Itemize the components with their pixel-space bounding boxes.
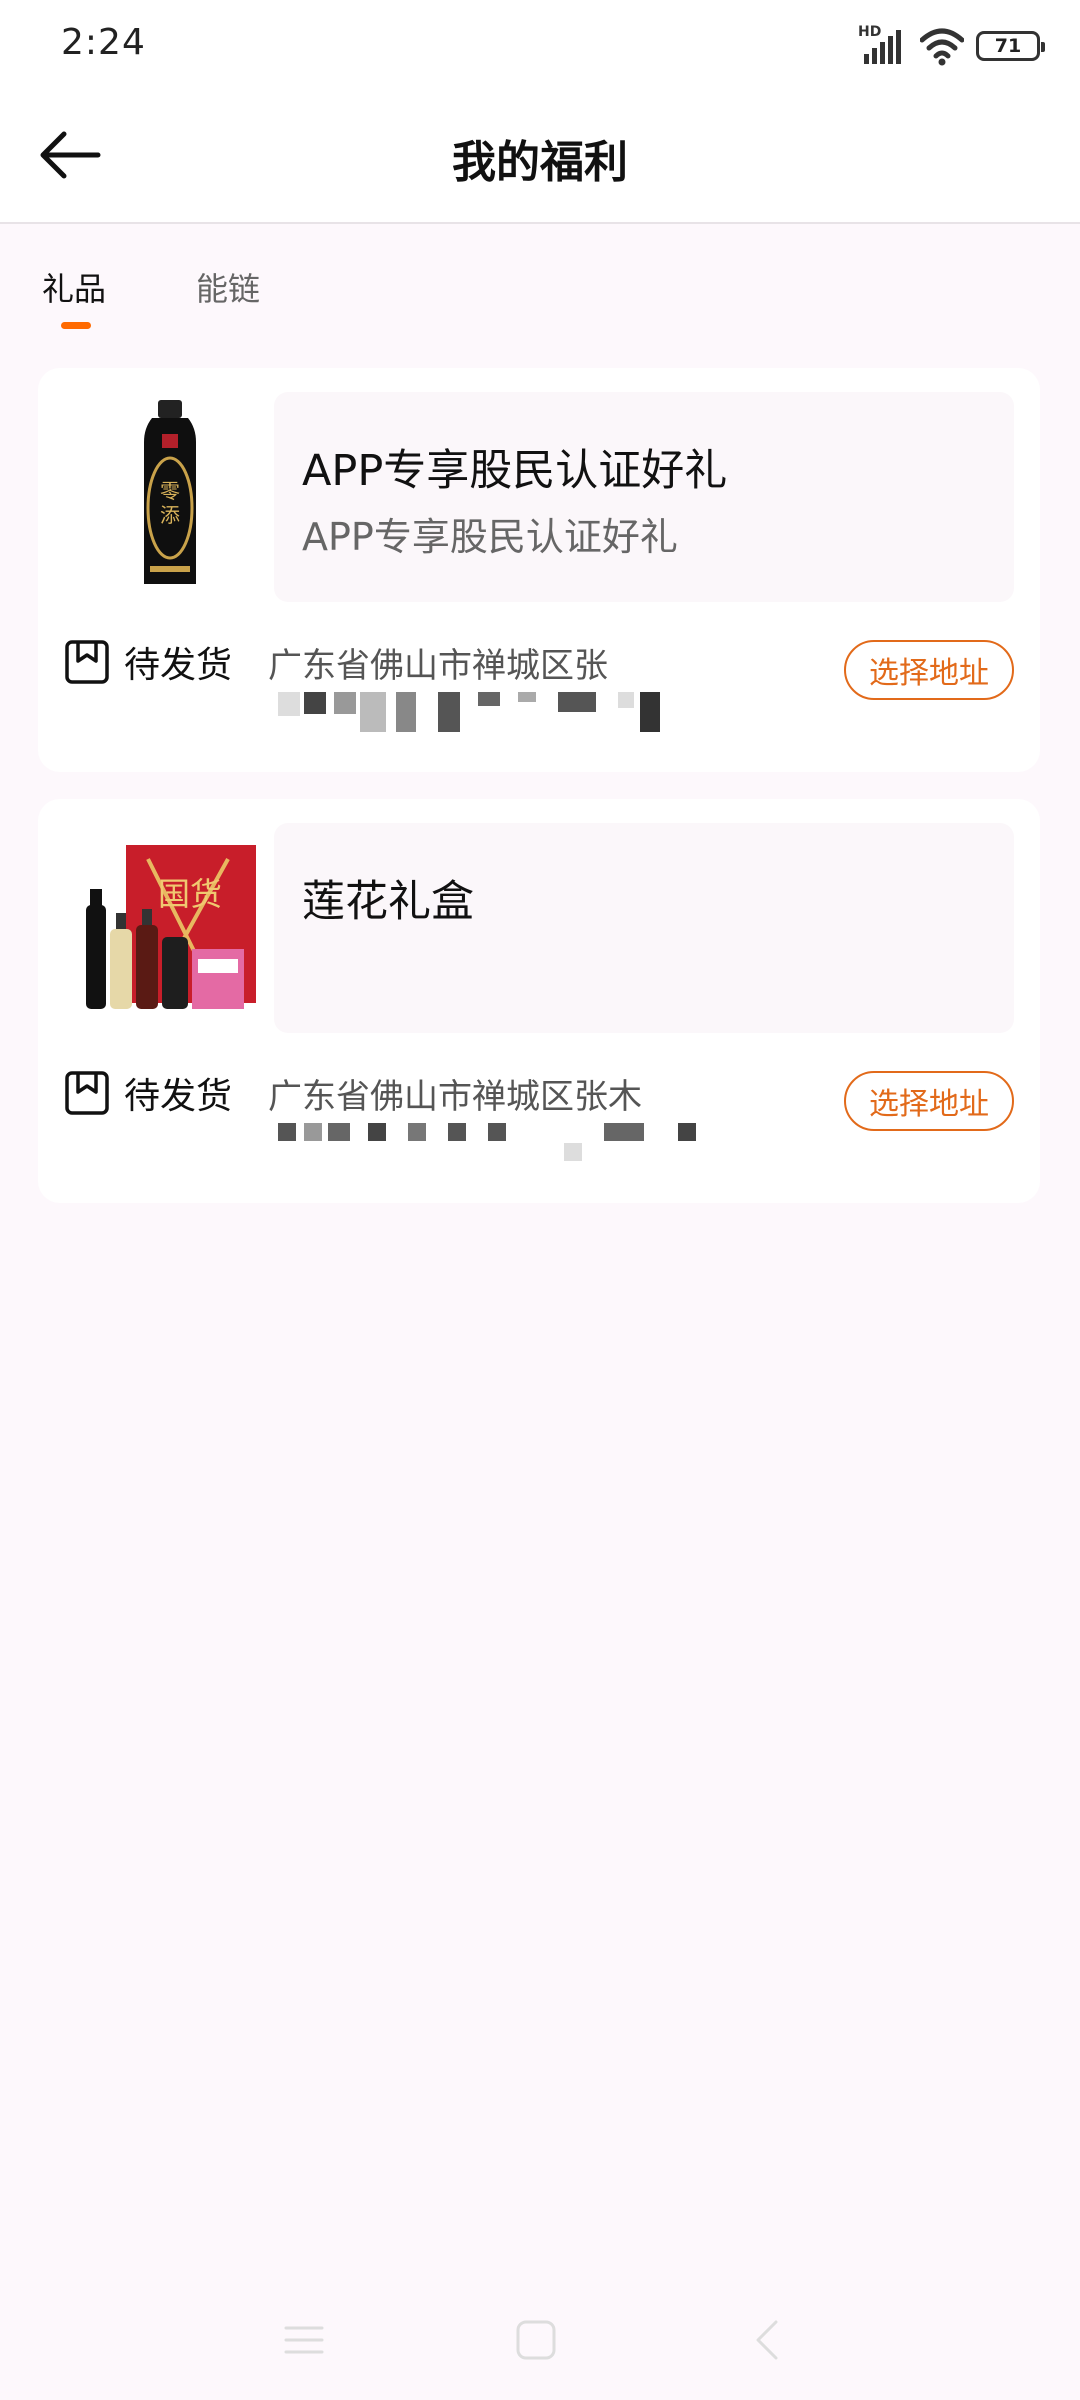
package-icon [65, 640, 109, 684]
battery-icon: 71 [976, 31, 1045, 61]
tab-bar: 礼品 能链 [0, 224, 1080, 344]
redacted-address-mosaic [268, 692, 768, 732]
gift-card: 零 添 APP专享股民认证好礼 APP专享股民认证好礼 待发货 广东省佛山市禅城… [38, 368, 1040, 772]
home-icon [516, 2320, 556, 2360]
package-icon [65, 1071, 109, 1115]
svg-text:国货: 国货 [158, 875, 222, 913]
gift-title: 莲花礼盒 [302, 877, 474, 927]
status-bar: 2:24 HD 71 [0, 0, 1080, 92]
select-address-button[interactable]: 选择地址 [844, 640, 1014, 700]
soy-sauce-bottle-image: 零 添 [78, 398, 258, 588]
shipping-status: 待发货 [64, 636, 232, 688]
menu-nav-button[interactable] [264, 2300, 344, 2380]
back-chevron-icon [756, 2320, 778, 2360]
cellular-signal-icon: HD [858, 24, 908, 68]
gift-subtitle: APP专享股民认证好礼 [302, 515, 678, 559]
menu-icon [284, 2326, 324, 2354]
page-title: 我的福利 [452, 137, 628, 188]
gift-title-box: 莲花礼盒 [274, 823, 1014, 1033]
gift-title-box: APP专享股民认证好礼 APP专享股民认证好礼 [274, 392, 1014, 602]
status-icons: HD 71 [858, 24, 1045, 68]
address-text: 广东省佛山市禅城区张木 [268, 1069, 828, 1169]
app-bar: 我的福利 [0, 92, 1080, 224]
status-text: 待发货 [124, 1076, 233, 1117]
tab-energy-chain[interactable]: 能链 [196, 264, 260, 310]
tab-gifts[interactable]: 礼品 [42, 264, 106, 310]
address-line: 广东省佛山市禅城区张木 [268, 1077, 642, 1117]
home-nav-button[interactable] [496, 2300, 576, 2380]
status-text: 待发货 [124, 645, 233, 686]
shipping-status: 待发货 [64, 1067, 232, 1119]
gift-box-image: 国货 [78, 829, 258, 1019]
back-nav-button[interactable] [728, 2300, 808, 2380]
select-address-button[interactable]: 选择地址 [844, 1071, 1014, 1131]
tab-active-indicator [61, 322, 91, 329]
svg-text:零: 零 [160, 479, 180, 503]
system-nav-bar [0, 2280, 1080, 2400]
address-line: 广东省佛山市禅城区张 [268, 646, 608, 686]
wifi-icon [920, 28, 964, 66]
status-time: 2:24 [61, 22, 146, 63]
svg-text:添: 添 [160, 503, 180, 527]
battery-level: 71 [994, 35, 1022, 57]
gift-card: 国货 莲花礼盒 待发货 广东省佛山市禅城区张木 选择地址 [38, 799, 1040, 1203]
address-text: 广东省佛山市禅城区张 [268, 638, 828, 738]
redacted-address-mosaic [268, 1123, 768, 1163]
gift-title: APP专享股民认证好礼 [302, 446, 728, 496]
